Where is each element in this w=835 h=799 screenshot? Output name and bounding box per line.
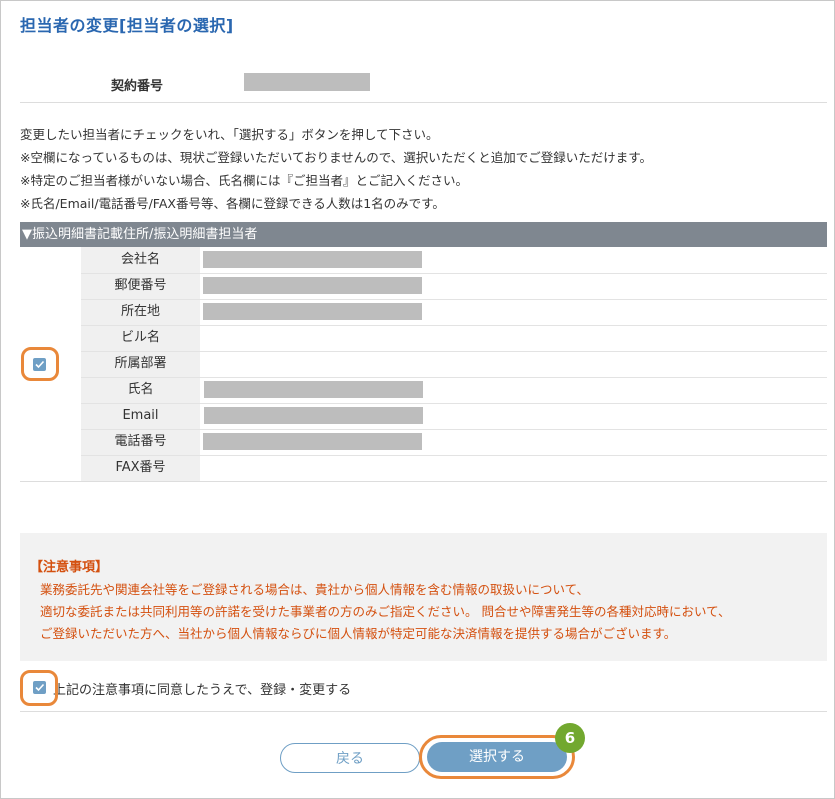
field-label-building: ビル名 bbox=[120, 330, 160, 345]
field-value-email-masked bbox=[204, 407, 423, 424]
highlight-ring bbox=[419, 735, 575, 779]
field-label-company: 会社名 bbox=[120, 252, 160, 267]
field-label-email: Email bbox=[122, 408, 159, 423]
field-label-phone: 電話番号 bbox=[114, 434, 167, 449]
field-label-address: 所在地 bbox=[120, 304, 160, 319]
instruction-line: ※氏名/Email/電話番号/FAX番号等、各欄に登録できる人数は1名のみです。 bbox=[20, 196, 445, 211]
row-divider bbox=[81, 403, 827, 404]
notice-line: 適切な委託または共同利用等の許諾を受けた事業者の方のみご指定ください。 問合せや… bbox=[40, 604, 731, 619]
divider bbox=[20, 711, 827, 712]
field-label-fax: FAX番号 bbox=[115, 460, 166, 475]
row-divider bbox=[81, 377, 827, 378]
instruction-line: ※特定のご担当者様がいない場合、氏名欄には『ご担当者』とご記入ください。 bbox=[20, 173, 468, 188]
row-divider bbox=[81, 351, 827, 352]
contract-number-value-masked bbox=[244, 73, 370, 91]
notice-line: 業務委託先や関連会社等をご登録される場合は、貴社から個人情報を含む情報の取扱いに… bbox=[40, 582, 590, 597]
notice-line: ご登録いただいた方へ、当社から個人情報ならびに個人情報が特定可能な決済情報を提供… bbox=[40, 626, 677, 641]
divider bbox=[20, 481, 827, 482]
contract-number-label: 契約番号 bbox=[111, 79, 164, 94]
notice-title: 【注意事項】 bbox=[30, 560, 109, 575]
back-button[interactable]: 戻る bbox=[280, 743, 420, 773]
row-divider bbox=[81, 429, 827, 430]
field-value-address-masked bbox=[203, 303, 422, 320]
step-badge: 6 bbox=[555, 723, 585, 753]
page-title: 担当者の変更[担当者の選択] bbox=[20, 16, 234, 35]
section-header: ▼振込明細書記載住所/振込明細書担当者 bbox=[20, 222, 827, 247]
instruction-line: 変更したい担当者にチェックをいれ、「選択する」ボタンを押して下さい。 bbox=[20, 127, 439, 142]
field-label-postal-code: 郵便番号 bbox=[114, 278, 167, 293]
field-label-department: 所属部署 bbox=[114, 356, 167, 371]
divider bbox=[20, 102, 827, 103]
row-divider bbox=[81, 273, 827, 274]
row-divider bbox=[81, 325, 827, 326]
field-label-name: 氏名 bbox=[127, 382, 154, 397]
row-divider bbox=[81, 455, 827, 456]
row-divider bbox=[81, 299, 827, 300]
agreement-label: 上記の注意事項に同意したうえで、登録・変更する bbox=[53, 683, 352, 698]
highlight-ring bbox=[20, 670, 58, 706]
field-value-phone-masked bbox=[203, 433, 422, 450]
field-value-name-masked bbox=[204, 381, 423, 398]
highlight-ring bbox=[21, 347, 59, 381]
field-value-company-masked bbox=[203, 251, 422, 268]
field-value-postal-code-masked bbox=[203, 277, 422, 294]
instruction-line: ※空欄になっているものは、現状ご登録いただいておりませんので、選択いただくと追加… bbox=[20, 150, 652, 165]
